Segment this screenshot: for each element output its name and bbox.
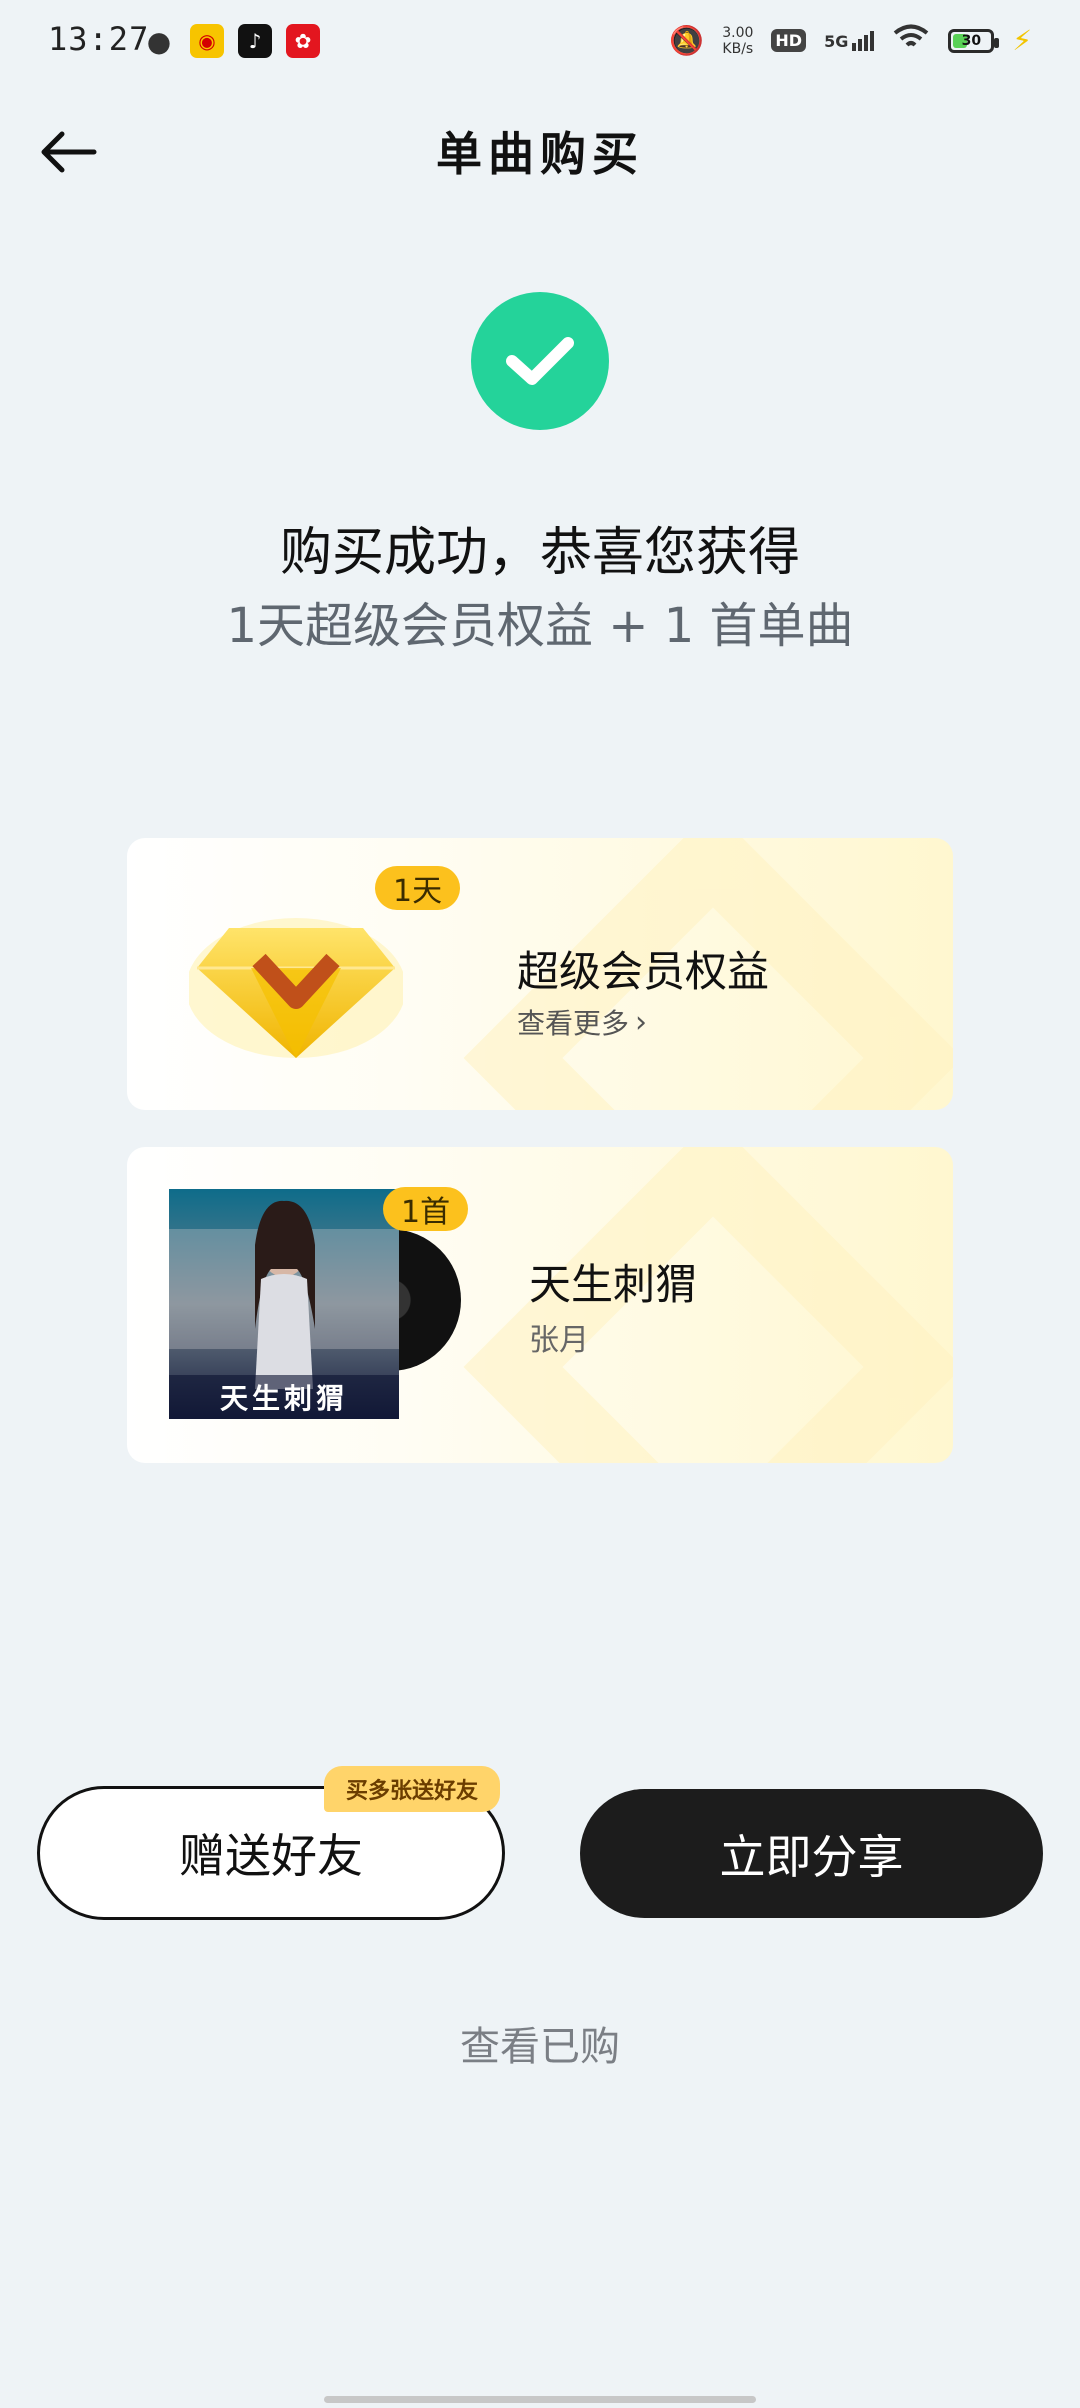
card-badge: 1首 bbox=[383, 1187, 469, 1231]
tiktok-icon: ♪ bbox=[238, 24, 272, 58]
song-title: 天生刺猬 bbox=[529, 1260, 698, 1309]
status-time: 13:27 bbox=[48, 20, 150, 58]
vip-benefit-card[interactable]: 1天 超级会员权益 查看更多 › bbox=[127, 838, 953, 1110]
page-title: 单曲购买 bbox=[436, 127, 644, 181]
charging-icon: ⚡ bbox=[1012, 24, 1032, 57]
network-type: 5G bbox=[824, 31, 849, 51]
success-check-icon bbox=[471, 292, 609, 430]
view-purchased-link[interactable]: 查看已购 bbox=[0, 2014, 1080, 2072]
net-speed-value: 3.00 bbox=[722, 24, 754, 41]
share-button[interactable]: 立即分享 bbox=[580, 1789, 1043, 1918]
net-speed: 3.00 KB/s bbox=[722, 25, 753, 57]
signal-icon: 5G bbox=[824, 30, 875, 51]
mute-icon: 🔕 bbox=[669, 24, 705, 57]
song-artist: 张月 bbox=[529, 1323, 589, 1358]
battery-level: 30 bbox=[961, 32, 982, 49]
diamond-icon bbox=[189, 918, 403, 1058]
view-more-label: 查看更多 bbox=[517, 1007, 630, 1040]
chevron-right-icon: › bbox=[635, 1004, 648, 1040]
album-title-text: 天生刺猬 bbox=[219, 1382, 348, 1415]
weibo-icon: ◉ bbox=[190, 24, 224, 58]
card-badge: 1天 bbox=[375, 866, 461, 910]
view-more-link[interactable]: 查看更多 › bbox=[517, 1002, 647, 1042]
app-red-icon: ✿ bbox=[286, 24, 320, 58]
battery-icon: 30 bbox=[948, 28, 1000, 53]
hd-icon: HD bbox=[771, 29, 807, 52]
gift-promo-tag: 买多张送好友 bbox=[324, 1766, 501, 1812]
wechat-icon: ● bbox=[146, 24, 172, 58]
wifi-icon bbox=[892, 24, 930, 57]
home-indicator[interactable] bbox=[324, 2396, 756, 2403]
song-card[interactable]: 天生刺猬 1首 天生刺猬 张月 bbox=[127, 1147, 953, 1463]
status-right: 🔕 3.00 KB/s HD 5G 30 ⚡ bbox=[669, 24, 1032, 57]
card-decoration bbox=[463, 1147, 953, 1463]
success-title: 购买成功，恭喜您获得 bbox=[279, 523, 800, 583]
notification-icons: ● ◉ ♪ ✿ bbox=[142, 24, 320, 58]
net-speed-unit: KB/s bbox=[722, 40, 754, 57]
vip-title: 超级会员权益 bbox=[517, 947, 770, 996]
success-subtitle: 1天超级会员权益 + 1 首单曲 bbox=[226, 598, 854, 654]
